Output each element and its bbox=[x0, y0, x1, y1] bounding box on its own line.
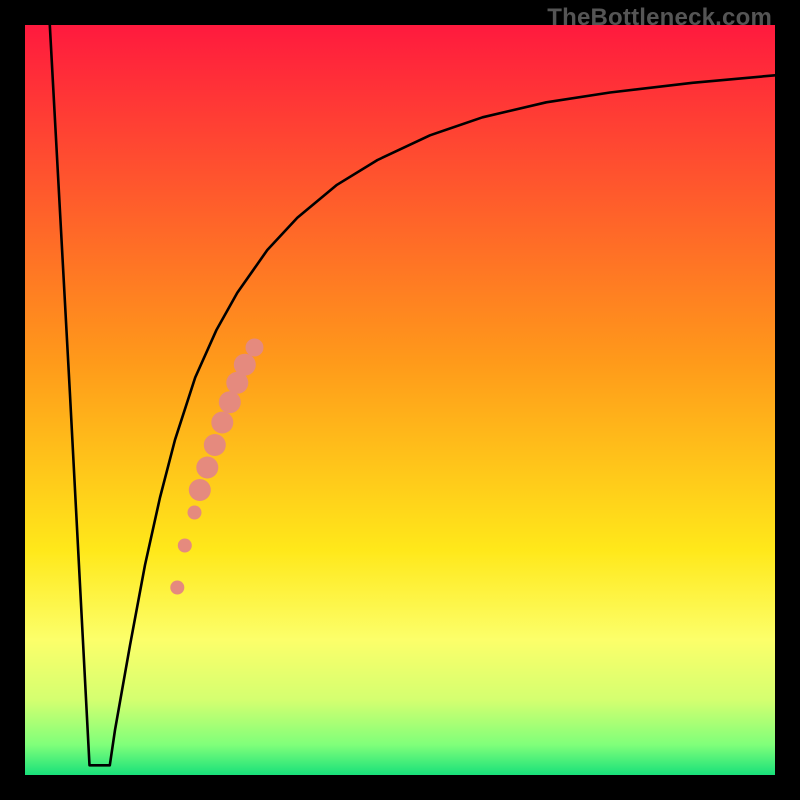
bottleneck-chart bbox=[0, 0, 800, 800]
plot-background bbox=[25, 25, 775, 775]
chart-stage: TheBottleneck.com bbox=[0, 0, 800, 800]
watermark-text: TheBottleneck.com bbox=[547, 4, 772, 32]
